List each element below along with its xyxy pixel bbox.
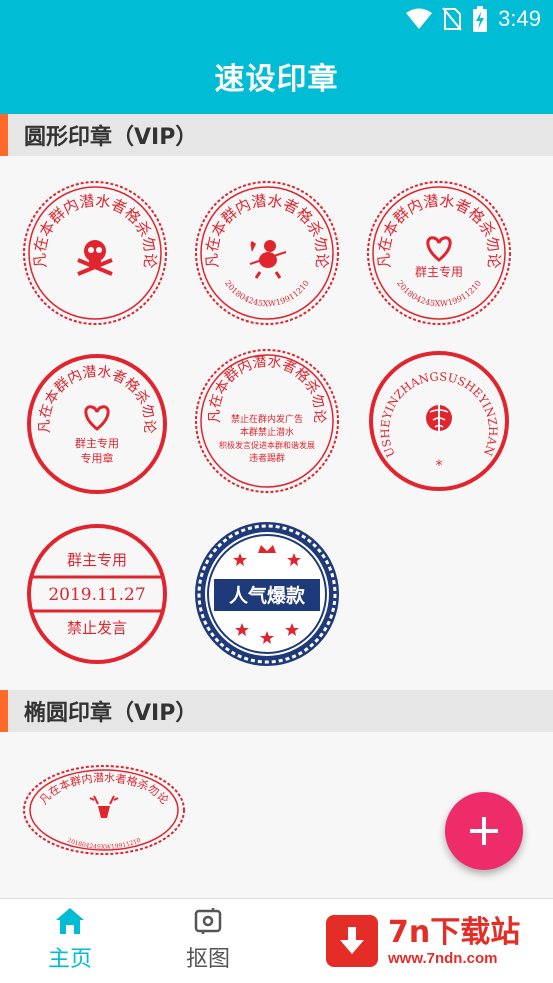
- stamp-banner-text: 人气爆款: [229, 584, 306, 607]
- add-stamp-button[interactable]: [445, 792, 523, 870]
- stamp-arc-text: 凡在本群内潜水者格杀勿论: [37, 364, 157, 434]
- stamp-date-text: 2019.11.27: [48, 585, 145, 605]
- heart-icon: [84, 405, 110, 431]
- section-header-round: 圆形印章（VIP）: [0, 114, 553, 156]
- skull-icon: [77, 240, 113, 276]
- download-icon: [326, 915, 378, 967]
- svg-text:201804245XW19911210: 201804245XW19911210: [223, 279, 311, 309]
- nav-item-cutout[interactable]: 抠图: [168, 907, 248, 973]
- battery-charging-icon: [473, 6, 488, 32]
- svg-text:201804245XW19911210: 201804245XW19911210: [395, 279, 483, 309]
- svg-text:SUSHEYINZHANGSUSHEYINZHANG: SUSHEYINZHANGSUSHEYINZHANG: [364, 346, 500, 459]
- section-accent-bar: [0, 114, 8, 156]
- wifi-icon: [406, 8, 433, 29]
- nav-label-cutout: 抠图: [185, 947, 230, 972]
- section-accent-bar: [0, 690, 8, 732]
- stamp-arc-text: 凡在本群内潜水者格杀勿论: [207, 354, 327, 424]
- section-title-oval: 椭圆印章（VIP）: [24, 701, 198, 726]
- heart-icon: [426, 236, 452, 262]
- watermark-brand: 7n下载站: [388, 914, 521, 950]
- home-icon: [56, 908, 84, 934]
- cupid-icon: [249, 240, 287, 279]
- svg-text:20180424SXW19911210: 20180424SXW19911210: [66, 837, 142, 851]
- stamp-rule-2: 本群禁止潜水: [240, 426, 294, 438]
- stamp-top-text: 群主专用: [67, 551, 127, 569]
- stamp-line-2: 专用章: [81, 451, 114, 465]
- round-stamp-grid: 凡在本群内潜水者格杀勿论 凡在本群内潜水者格杀勿论 201804245XW199…: [0, 156, 553, 688]
- stamp-number-text: 201804245XW19911210: [223, 279, 311, 309]
- stamp-rule-4: 违者踢群: [249, 452, 285, 464]
- section-header-oval: 椭圆印章（VIP）: [0, 690, 553, 732]
- stamp-rule-1: 禁止在群内发广告: [231, 413, 303, 425]
- stamp-round-skull[interactable]: 凡在本群内潜水者格杀勿论: [20, 178, 170, 328]
- stamp-star: *: [436, 458, 443, 474]
- stamp-rule-3: 积极发言促进本群和谐发展: [219, 440, 315, 450]
- app-bar: 速设印章: [0, 38, 553, 114]
- nav-item-home[interactable]: 主页: [30, 907, 110, 973]
- svg-text:凡在本群内潜水者格杀勿论: 凡在本群内潜水者格杀勿论: [37, 770, 172, 806]
- stamp-number-text: 201804245XW19911210: [395, 279, 483, 309]
- stamp-round-dated[interactable]: 群主专用 2019.11.27 禁止发言: [22, 519, 172, 669]
- svg-text:凡在本群内潜水者格杀勿论: 凡在本群内潜水者格杀勿论: [207, 354, 327, 424]
- stamp-round-heart-official[interactable]: 凡在本群内潜水者格杀勿论 群主专用 专用章: [22, 349, 172, 499]
- no-sim-icon: [442, 7, 462, 31]
- svg-text:凡在本群内潜水者格杀勿论: 凡在本群内潜水者格杀勿论: [37, 364, 157, 434]
- page-title: 速设印章: [214, 62, 339, 97]
- deer-icon: [89, 795, 119, 818]
- stamp-arc-text: SUSHEYINZHANGSUSHEYINZHANG: [364, 346, 500, 459]
- stamp-round-medical[interactable]: SUSHEYINZHANGSUSHEYINZHANG *: [364, 346, 514, 496]
- watermark-url: www.7ndn.com: [388, 949, 498, 967]
- crop-image-icon: [194, 908, 222, 934]
- stamp-number-text: 20180424SXW19911210: [66, 837, 142, 851]
- nav-label-home: 主页: [47, 947, 92, 972]
- status-bar: 3:49: [0, 0, 553, 38]
- stamp-round-heart[interactable]: 凡在本群内潜水者格杀勿论 201804245XW19911210 群主专用: [364, 178, 514, 328]
- watermark-logo: 7n下载站 www.7ndn.com: [318, 903, 548, 979]
- section-title-round: 圆形印章（VIP）: [24, 125, 198, 150]
- stamp-center-text: 群主专用: [415, 264, 463, 279]
- status-time: 3:49: [498, 6, 541, 31]
- stamp-arc-text: 凡在本群内潜水者格杀勿论: [375, 192, 504, 269]
- stamp-round-rules[interactable]: 凡在本群内潜水者格杀勿论 禁止在群内发广告 本群禁止潜水 积极发言促进本群和谐发…: [192, 346, 342, 496]
- svg-text:凡在本群内潜水者格杀勿论: 凡在本群内潜水者格杀勿论: [375, 192, 504, 269]
- plus-icon: [470, 817, 498, 845]
- caduceus-icon: [426, 404, 452, 434]
- stamp-bottom-text: 禁止发言: [67, 619, 127, 637]
- stamp-round-cupid[interactable]: 凡在本群内潜水者格杀勿论 201804245XW19911210: [192, 178, 342, 328]
- stamp-round-popular[interactable]: 人气爆款: [192, 519, 342, 669]
- stamp-arc-text: 凡在本群内潜水者格杀勿论: [37, 770, 172, 806]
- stamp-line-1: 群主专用: [75, 436, 119, 450]
- stamp-oval-deer[interactable]: 凡在本群内潜水者格杀勿论 20180424SXW19911210: [22, 764, 186, 856]
